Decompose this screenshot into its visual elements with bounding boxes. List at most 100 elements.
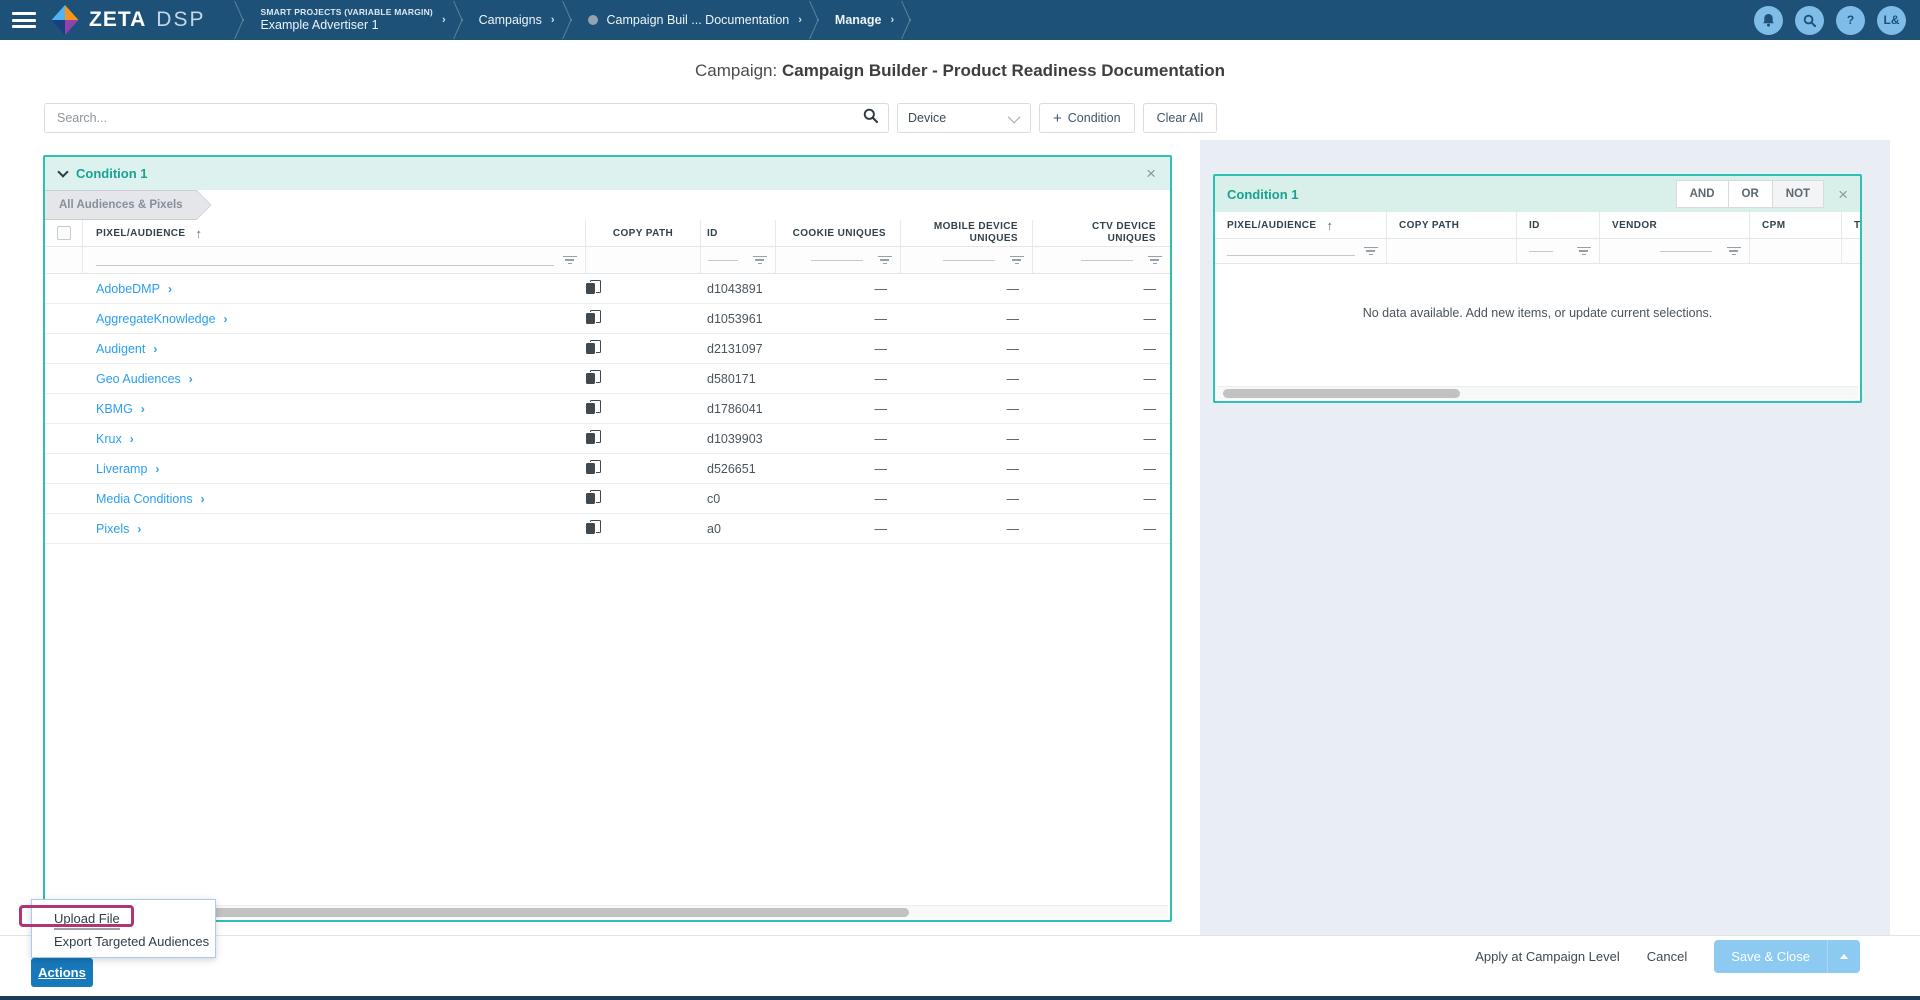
apply-campaign-level-link[interactable]: Apply at Campaign Level (1475, 949, 1620, 964)
filter-input-id[interactable] (1529, 251, 1553, 252)
audience-link[interactable]: Krux (96, 432, 122, 446)
topbar: ZETA DSP SMART PROJECTS (VARIABLE MARGIN… (0, 0, 1920, 40)
add-condition-button[interactable]: + Condition (1039, 103, 1135, 133)
filter-input-id[interactable] (708, 260, 738, 261)
avatar[interactable]: L& (1877, 6, 1906, 35)
filter-input-pixel-audience[interactable] (1227, 239, 1355, 263)
column-header-ctv-device-uniques[interactable]: CTV DEVICEUNIQUES (1033, 220, 1170, 246)
breadcrumb-advertiser[interactable]: SMART PROJECTS (VARIABLE MARGIN) Example… (254, 7, 451, 33)
mobile-uniques-cell: — (901, 522, 1033, 536)
save-close-button[interactable]: Save & Close (1714, 940, 1827, 973)
menu-item-upload-file[interactable]: Upload File (32, 907, 215, 930)
operator-and[interactable]: AND (1676, 180, 1729, 208)
filter-icon[interactable] (752, 255, 767, 266)
operator-or[interactable]: OR (1728, 180, 1773, 208)
table-row: Pixels› a0 — — — (45, 514, 1170, 544)
mobile-uniques-cell: — (901, 282, 1033, 296)
brand-logo: ZETA DSP (50, 3, 205, 37)
column-header-id[interactable]: ID (1517, 212, 1600, 238)
audience-link[interactable]: KBMG (96, 402, 133, 416)
filter-icon[interactable] (562, 255, 577, 266)
copy-path-icon[interactable] (586, 280, 600, 295)
breadcrumb-separator (571, 0, 572, 40)
copy-path-icon[interactable] (586, 490, 600, 505)
clear-all-button[interactable]: Clear All (1143, 103, 1218, 133)
table-row: Media Conditions› c0 — — — (45, 484, 1170, 514)
search-input[interactable] (45, 111, 863, 125)
chevron-right-icon: › (130, 432, 134, 446)
audience-link[interactable]: Audigent (96, 342, 145, 356)
actions-button[interactable]: Actions (31, 958, 93, 987)
filter-icon[interactable] (1147, 255, 1162, 266)
chevron-right-icon: › (890, 14, 894, 26)
search-icon[interactable] (863, 108, 878, 128)
copy-path-icon[interactable] (586, 430, 600, 445)
dimension-select[interactable]: Device (897, 103, 1031, 133)
cookie-uniques-cell: — (776, 492, 901, 506)
column-header-copy-path[interactable]: COPY PATH (1387, 212, 1517, 238)
filter-icon[interactable] (1576, 246, 1591, 257)
filter-input-pixel-audience[interactable] (96, 247, 554, 273)
close-icon[interactable]: × (1838, 186, 1848, 203)
id-cell: d1043891 (701, 282, 776, 296)
column-header-mobile-device-uniques[interactable]: MOBILE DEVICEUNIQUES (901, 220, 1033, 246)
column-header-cookie-uniques[interactable]: COOKIE UNIQUES (776, 220, 901, 246)
copy-path-icon[interactable] (586, 520, 600, 535)
filter-icon[interactable] (1009, 255, 1024, 266)
column-header-copy-path[interactable]: COPY PATH (586, 220, 701, 246)
chevron-right-icon: › (189, 372, 193, 386)
operator-not[interactable]: NOT (1772, 180, 1824, 208)
save-options-caret[interactable] (1827, 940, 1860, 973)
audience-link[interactable]: Pixels (96, 522, 129, 536)
audience-link[interactable]: AdobeDMP (96, 282, 160, 296)
copy-path-icon[interactable] (586, 400, 600, 415)
page-title-main: Campaign Builder - Product Readiness Doc… (782, 61, 1225, 80)
column-header-id[interactable]: ID (701, 220, 776, 246)
filter-icon[interactable] (877, 255, 892, 266)
chevron-right-icon: › (224, 312, 228, 326)
breadcrumb-manage[interactable]: Manage › (829, 13, 900, 27)
menu-item-export-targeted-audiences[interactable]: Export Targeted Audiences (32, 930, 215, 953)
tab-all-audiences-pixels[interactable]: All Audiences & Pixels (45, 191, 211, 219)
hamburger-menu-icon[interactable] (12, 12, 36, 28)
tab-row: All Audiences & Pixels (45, 190, 1170, 220)
filter-icon[interactable] (1363, 246, 1378, 257)
audience-link[interactable]: AggregateKnowledge (96, 312, 216, 326)
help-button[interactable]: ? (1836, 6, 1865, 35)
sort-asc-icon: ↑ (1327, 218, 1334, 233)
right-table-wrap: PIXEL/AUDIENCE ↑ COPY PATH ID VENDOR CPM… (1215, 212, 1860, 264)
copy-path-icon[interactable] (586, 370, 600, 385)
filter-input-mobile[interactable] (943, 260, 995, 261)
filter-input-vendor[interactable] (1660, 251, 1712, 252)
notifications-button[interactable] (1754, 6, 1783, 35)
filter-input-ctv[interactable] (1081, 260, 1133, 261)
select-all-checkbox[interactable] (57, 226, 71, 240)
audience-link[interactable]: Liveramp (96, 462, 147, 476)
scrollbar-thumb[interactable] (1223, 389, 1460, 398)
right-panel-title: Condition 1 (1227, 187, 1299, 202)
table-row: KBMG› d1786041 — — — (45, 394, 1170, 424)
breadcrumb-campaigns[interactable]: Campaigns › (473, 13, 561, 27)
copy-path-icon[interactable] (586, 310, 600, 325)
audience-link[interactable]: Geo Audiences (96, 372, 181, 386)
copy-path-icon[interactable] (586, 460, 600, 475)
column-header-cpm[interactable]: CPM (1750, 212, 1842, 238)
column-header-pixel-audience[interactable]: PIXEL/AUDIENCE ↑ (1215, 212, 1387, 238)
avatar-initials: L& (1884, 13, 1900, 27)
collapse-chevron-icon[interactable] (57, 166, 68, 177)
breadcrumb-campaign-builder[interactable]: Campaign Buil ... Documentation › (582, 13, 808, 27)
column-header-time[interactable]: TIM (1842, 212, 1860, 238)
id-cell: d1053961 (701, 312, 776, 326)
ctv-uniques-cell: — (1033, 432, 1170, 446)
cancel-button[interactable]: Cancel (1647, 949, 1687, 964)
filter-icon[interactable] (1726, 246, 1741, 257)
table-header-row: PIXEL/AUDIENCE ↑ COPY PATH ID VENDOR CPM… (1215, 212, 1860, 239)
global-search-button[interactable] (1795, 6, 1824, 35)
audience-link[interactable]: Media Conditions (96, 492, 193, 506)
copy-path-icon[interactable] (586, 340, 600, 355)
breadcrumb-separator (818, 0, 819, 40)
filter-input-cookie[interactable] (811, 260, 863, 261)
column-header-pixel-audience[interactable]: PIXEL/AUDIENCE ↑ (83, 220, 586, 246)
column-header-vendor[interactable]: VENDOR (1600, 212, 1750, 238)
close-icon[interactable]: × (1146, 165, 1156, 182)
